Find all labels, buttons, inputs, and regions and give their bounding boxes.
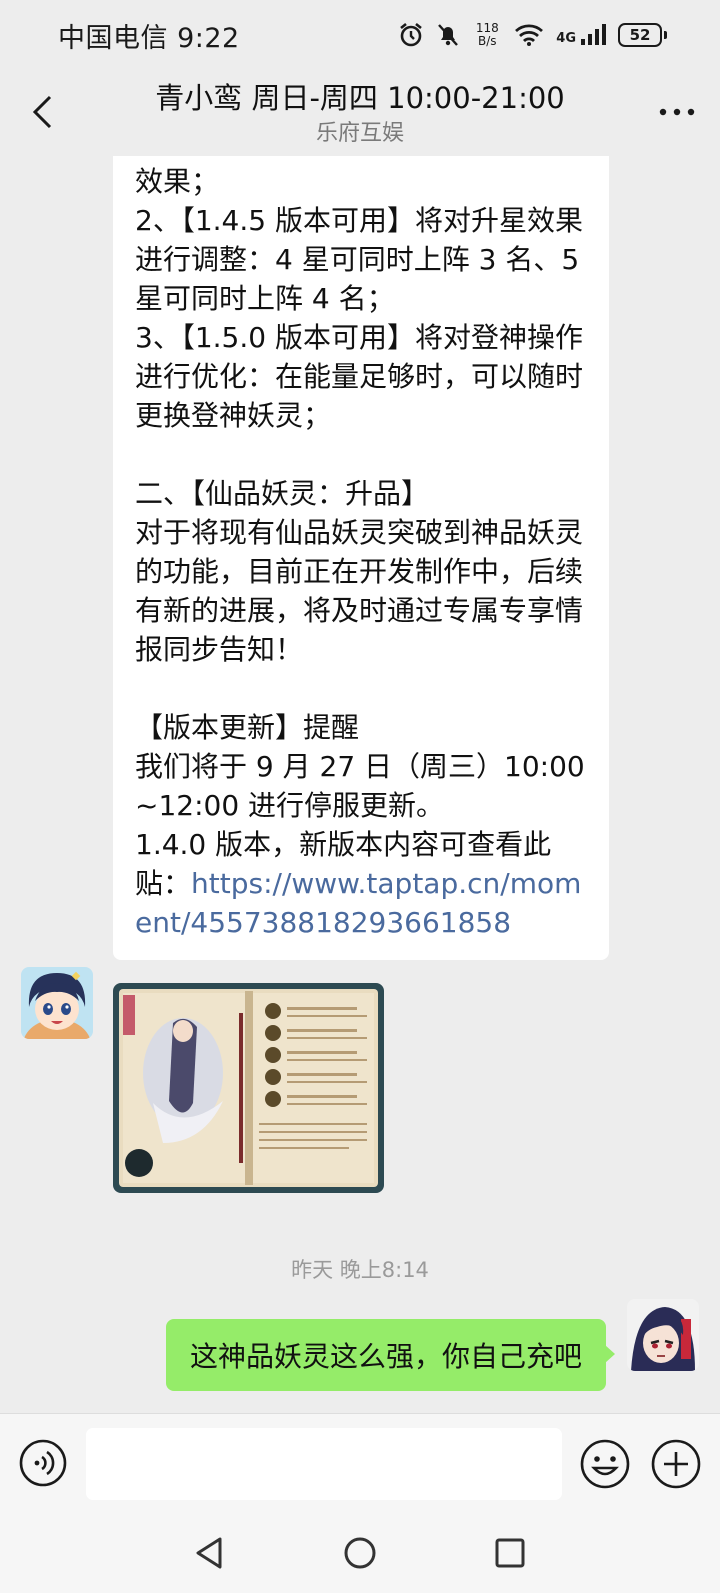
cellular-signal: 4G [556, 24, 606, 46]
mute-notification-icon [438, 24, 459, 46]
nav-back-button[interactable] [190, 1533, 230, 1573]
circle-home-icon [344, 1537, 376, 1569]
incoming-text-message[interactable]: 效果； 2、【1.4.5 版本可用】将对升星效果进行调整：4 星可同时上阵 3 … [113, 156, 609, 960]
nav-recents-button[interactable] [490, 1533, 530, 1573]
plus-circle-icon [651, 1439, 701, 1489]
signal-icon [581, 24, 606, 45]
smiley-icon [580, 1439, 630, 1489]
game-character-card-image [113, 983, 384, 1193]
outgoing-message-text: 这神品妖灵这么强，你自己充吧 [189, 1340, 582, 1373]
chevron-left-icon [32, 95, 52, 129]
status-icons: 118 B/s 4G 52 [398, 22, 667, 48]
outgoing-text-message[interactable]: 这神品妖灵这么强，你自己充吧 [165, 1319, 616, 1391]
triangle-back-icon [196, 1537, 222, 1569]
my-avatar[interactable] [627, 1299, 699, 1371]
message-list[interactable]: 效果； 2、【1.4.5 版本可用】将对升星效果进行调整：4 星可同时上阵 3 … [0, 156, 720, 1413]
message-timestamp: 昨天 晚上8:14 [291, 1258, 429, 1282]
back-button[interactable] [22, 90, 62, 134]
anime-boy-avatar-icon [627, 1299, 699, 1371]
image-message[interactable] [113, 983, 384, 1193]
voice-icon [19, 1439, 67, 1487]
message-input-bar [0, 1413, 720, 1513]
system-navigation-bar [0, 1513, 720, 1593]
net-speed: 118 B/s [472, 22, 502, 48]
message-text: 效果； 2、【1.4.5 版本可用】将对升星效果进行调整：4 星可同时上阵 3 … [135, 165, 585, 900]
emoji-button[interactable] [579, 1438, 631, 1490]
battery-indicator: 52 [618, 23, 667, 47]
chat-title: 青小鸾 周日-周四 10:00-21:00 [155, 81, 565, 115]
chat-header: 青小鸾 周日-周四 10:00-21:00 乐府互娱 [0, 70, 720, 156]
net-speed-unit: B/s [478, 34, 497, 48]
carrier-time: 中国电信 9:22 [58, 22, 240, 54]
message-text-input[interactable] [86, 1428, 562, 1500]
network-type: 4G [556, 31, 576, 46]
more-functions-button[interactable] [650, 1438, 702, 1490]
sender-avatar[interactable] [21, 967, 93, 1039]
wifi-icon [515, 24, 544, 46]
more-options-button[interactable] [652, 90, 702, 134]
square-recents-icon [495, 1538, 525, 1568]
voice-input-button[interactable] [18, 1438, 68, 1488]
alarm-icon [400, 22, 423, 47]
nav-home-button[interactable] [340, 1533, 380, 1573]
status-bar: 中国电信 9:22 118 B/s 4G 52 [0, 0, 720, 70]
message-link[interactable]: https://www.taptap.cn/moment/45573881829… [135, 867, 581, 939]
more-dots-icon [659, 108, 695, 116]
chat-subtitle: 乐府互娱 [315, 121, 404, 146]
anime-girl-avatar-icon [21, 967, 93, 1039]
